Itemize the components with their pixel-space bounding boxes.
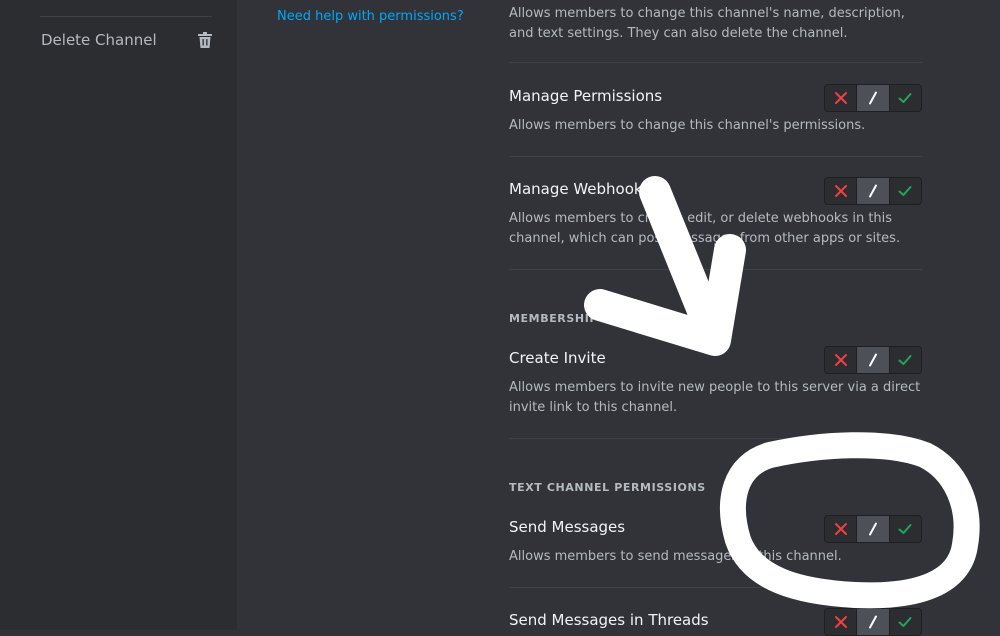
slash-icon — [868, 91, 877, 105]
settings-sidebar: Delete Channel — [0, 0, 237, 630]
manage-permissions-toggle — [824, 84, 922, 112]
neutral-button[interactable] — [856, 347, 889, 373]
create-invite-title: Create Invite — [509, 349, 606, 367]
manage-channel-description: Allows members to change this channel's … — [509, 6, 905, 41]
create-invite-description: Allows members to invite new people to t… — [509, 380, 921, 415]
x-icon — [834, 354, 847, 366]
send-messages-description: Allows members to send messages in this … — [509, 549, 842, 564]
manage-permissions-title: Manage Permissions — [509, 87, 663, 105]
allow-button[interactable] — [888, 609, 921, 635]
x-icon — [834, 616, 847, 628]
allow-button[interactable] — [888, 347, 921, 373]
check-icon — [898, 524, 912, 534]
check-icon — [898, 355, 912, 365]
allow-button[interactable] — [888, 178, 921, 204]
manage-permissions-description: Allows members to change this channel's … — [509, 118, 866, 133]
allow-button[interactable] — [888, 85, 921, 111]
trash-icon — [198, 32, 212, 48]
send-messages-threads-toggle — [824, 608, 922, 636]
divider — [509, 269, 922, 270]
divider — [509, 62, 922, 63]
neutral-button[interactable] — [856, 85, 889, 111]
permissions-list: Allows members to change this channel's … — [509, 0, 922, 636]
slash-icon — [868, 184, 877, 198]
deny-button[interactable] — [825, 85, 857, 111]
neutral-button[interactable] — [856, 516, 889, 542]
deny-button[interactable] — [825, 347, 857, 373]
divider — [509, 438, 922, 439]
divider — [509, 587, 922, 588]
deny-button[interactable] — [825, 516, 857, 542]
slash-icon — [868, 522, 877, 536]
manage-webhooks-description: Allows members to create, edit, or delet… — [509, 211, 901, 246]
x-icon — [834, 92, 847, 104]
slash-icon — [868, 615, 877, 629]
check-icon — [898, 617, 912, 627]
sidebar-divider — [40, 16, 212, 17]
neutral-button[interactable] — [856, 178, 889, 204]
slash-icon — [868, 353, 877, 367]
create-invite-toggle — [824, 346, 922, 374]
x-icon — [834, 185, 847, 197]
divider — [509, 156, 922, 157]
manage-webhooks-toggle — [824, 177, 922, 205]
neutral-button[interactable] — [856, 609, 889, 635]
x-icon — [834, 523, 847, 535]
membership-permissions-header: MEMBERSHIP PERMISSIONS — [509, 312, 695, 325]
send-messages-toggle — [824, 515, 922, 543]
allow-button[interactable] — [888, 516, 921, 542]
send-messages-threads-title: Send Messages in Threads — [509, 611, 709, 629]
check-icon — [898, 186, 912, 196]
deny-button[interactable] — [825, 178, 857, 204]
permissions-help-link[interactable]: Need help with permissions? — [277, 9, 464, 24]
permissions-help-column: Need help with permissions? — [237, 0, 497, 630]
delete-channel-label: Delete Channel — [41, 31, 157, 49]
check-icon — [898, 93, 912, 103]
deny-button[interactable] — [825, 609, 857, 635]
delete-channel-button[interactable]: Delete Channel — [30, 28, 220, 54]
manage-webhooks-title: Manage Webhooks — [509, 180, 651, 198]
text-channel-permissions-header: TEXT CHANNEL PERMISSIONS — [509, 481, 706, 494]
send-messages-title: Send Messages — [509, 518, 626, 536]
